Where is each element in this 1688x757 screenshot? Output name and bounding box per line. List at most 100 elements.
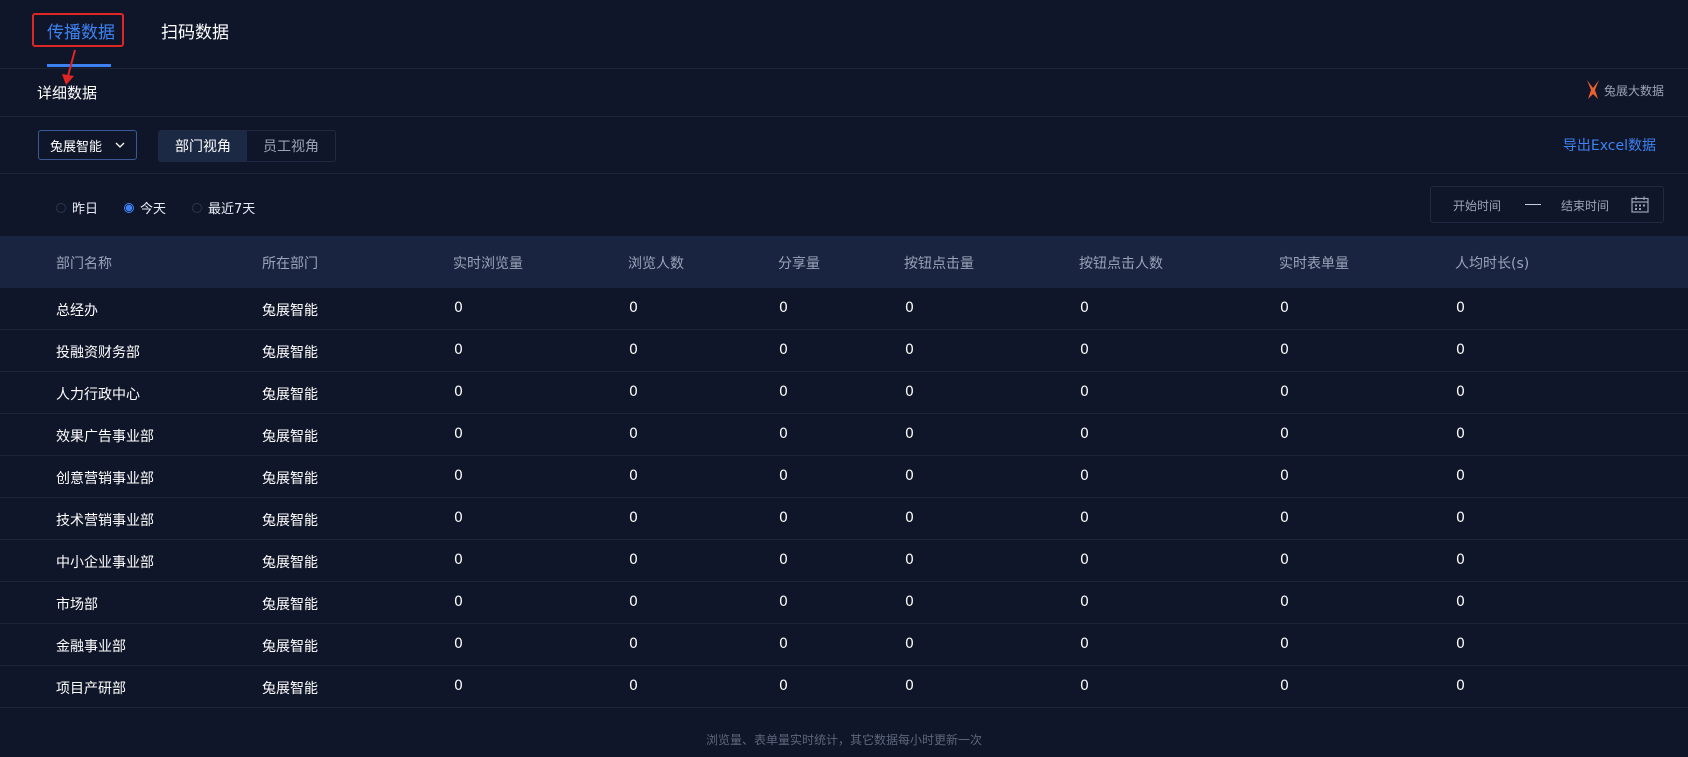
- radio-yesterday[interactable]: 昨日: [56, 198, 98, 217]
- table-cell: 0: [779, 468, 788, 484]
- table-cell: 兔展智能: [262, 303, 318, 319]
- table-cell: 0: [905, 678, 914, 694]
- table-cell: 0: [1456, 552, 1465, 568]
- table-cell: 0: [1456, 678, 1465, 694]
- company-select-value: 兔展智能: [50, 139, 103, 155]
- table-cell: 0: [629, 426, 638, 442]
- table-cell: 0: [1080, 594, 1089, 610]
- view-switch: 部门视角 员工视角: [158, 130, 336, 162]
- column-header: 按钮点击量: [904, 256, 974, 272]
- radio-dot: [56, 202, 66, 213]
- table-row: 项目产研部 兔展智能 0 0 0 0 0 0 0: [0, 666, 1688, 708]
- table-cell: 0: [629, 678, 638, 694]
- table-cell: 兔展智能: [262, 555, 318, 571]
- end-date-input[interactable]: 结束时间: [1561, 197, 1609, 214]
- table-cell: 0: [454, 342, 463, 358]
- table-cell: 0: [454, 384, 463, 400]
- table-cell: 创意营销事业部: [56, 471, 154, 487]
- table-cell: 0: [1456, 342, 1465, 358]
- table-cell: 0: [454, 678, 463, 694]
- table-cell: 0: [629, 300, 638, 316]
- date-separator: [1525, 204, 1541, 205]
- table-cell: 0: [1280, 594, 1289, 610]
- table-row: 市场部 兔展智能 0 0 0 0 0 0 0: [0, 582, 1688, 624]
- tab-scan-data[interactable]: 扫码数据: [161, 20, 229, 46]
- department-view-button[interactable]: 部门视角: [159, 131, 247, 161]
- table-header: 部门名称 所在部门 实时浏览量 浏览人数 分享量 按钮点击量 按钮点击人数 实时…: [0, 236, 1688, 288]
- table-cell: 0: [1456, 426, 1465, 442]
- top-tabs: 传播数据 扫码数据: [0, 0, 1688, 85]
- table-cell: 人力行政中心: [56, 387, 140, 403]
- date-range-picker[interactable]: 开始时间 结束时间: [1430, 186, 1664, 223]
- toolbar: 兔展智能 部门视角 员工视角 导出Excel数据: [0, 117, 1688, 174]
- table-cell: 0: [1080, 552, 1089, 568]
- section-header: 详细数据 兔展大数据: [0, 69, 1688, 117]
- table-cell: 0: [905, 510, 914, 526]
- table-cell: 0: [629, 468, 638, 484]
- table-cell: 0: [1456, 594, 1465, 610]
- table-cell: 0: [454, 594, 463, 610]
- table-cell: 0: [779, 300, 788, 316]
- table-cell: 0: [779, 342, 788, 358]
- table-cell: 效果广告事业部: [56, 429, 154, 445]
- table-cell: 0: [1280, 384, 1289, 400]
- filters: 昨日 今天 最近7天 开始时间 结束时间: [0, 174, 1688, 236]
- brand-logo: 兔展大数据: [1584, 79, 1664, 101]
- table-cell: 0: [629, 384, 638, 400]
- table-cell: 0: [454, 426, 463, 442]
- table-cell: 0: [1080, 342, 1089, 358]
- radio-today[interactable]: 今天: [124, 198, 166, 217]
- table-cell: 0: [779, 552, 788, 568]
- employee-view-button[interactable]: 员工视角: [247, 131, 335, 161]
- radio-label: 今天: [140, 202, 167, 217]
- export-excel-link[interactable]: 导出Excel数据: [1563, 135, 1656, 155]
- column-header: 分享量: [778, 256, 820, 272]
- table-cell: 0: [905, 426, 914, 442]
- column-header: 部门名称: [56, 256, 112, 272]
- table-cell: 0: [629, 342, 638, 358]
- table-cell: 0: [1456, 300, 1465, 316]
- table-cell: 0: [905, 594, 914, 610]
- table-row: 金融事业部 兔展智能 0 0 0 0 0 0 0: [0, 624, 1688, 666]
- column-header: 实时浏览量: [453, 256, 523, 272]
- table-cell: 技术营销事业部: [56, 513, 154, 529]
- table-cell: 兔展智能: [262, 429, 318, 445]
- column-header: 浏览人数: [628, 256, 684, 272]
- table-cell: 0: [905, 342, 914, 358]
- table-cell: 0: [1080, 384, 1089, 400]
- table-row: 中小企业事业部 兔展智能 0 0 0 0 0 0 0: [0, 540, 1688, 582]
- table-cell: 0: [1280, 636, 1289, 652]
- radio-dot: [124, 202, 134, 213]
- start-date-input[interactable]: 开始时间: [1453, 197, 1501, 214]
- table-cell: 0: [1456, 384, 1465, 400]
- table-cell: 市场部: [56, 597, 98, 613]
- table-cell: 0: [905, 384, 914, 400]
- section-title: 详细数据: [37, 84, 98, 102]
- table-cell: 0: [1280, 468, 1289, 484]
- table-cell: 0: [905, 552, 914, 568]
- table-cell: 0: [1456, 636, 1465, 652]
- table-cell: 兔展智能: [262, 387, 318, 403]
- table-cell: 项目产研部: [56, 681, 126, 697]
- footnote: 浏览量、表单量实时统计，其它数据每小时更新一次: [705, 733, 982, 747]
- radio-last-7-days[interactable]: 最近7天: [192, 198, 255, 217]
- table-cell: 兔展智能: [262, 513, 318, 529]
- table-cell: 0: [1280, 300, 1289, 316]
- table-cell: 0: [454, 636, 463, 652]
- column-header: 所在部门: [262, 256, 318, 272]
- company-select[interactable]: 兔展智能: [38, 130, 137, 160]
- table-cell: 0: [454, 468, 463, 484]
- table-row: 效果广告事业部 兔展智能 0 0 0 0 0 0 0: [0, 414, 1688, 456]
- table-cell: 0: [1080, 510, 1089, 526]
- table-cell: 0: [454, 300, 463, 316]
- table-cell: 0: [1080, 678, 1089, 694]
- table-cell: 0: [1280, 510, 1289, 526]
- table-cell: 0: [1080, 300, 1089, 316]
- rabbit-logo-icon: [1586, 80, 1599, 99]
- brand-text: 兔展大数据: [1603, 83, 1664, 98]
- calendar-icon[interactable]: [1631, 196, 1649, 213]
- table-cell: 0: [1280, 342, 1289, 358]
- table-cell: 0: [1280, 552, 1289, 568]
- table-cell: 0: [629, 594, 638, 610]
- column-header: 按钮点击人数: [1079, 256, 1163, 272]
